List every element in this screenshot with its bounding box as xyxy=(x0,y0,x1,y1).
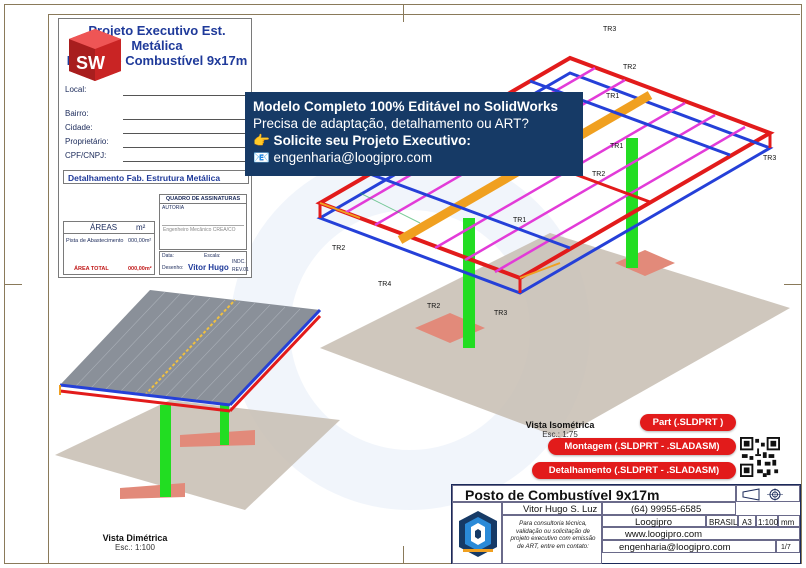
solidworks-logo: SW xyxy=(69,29,121,81)
tb-email[interactable]: engenharia@loogipro.com xyxy=(619,542,731,553)
tb-unit-cell: mm xyxy=(778,515,800,527)
banner-line1: Modelo Completo 100% Editável no SolidWo… xyxy=(253,99,559,114)
tb-format: A3 xyxy=(742,518,752,527)
detalhamento-file-pill[interactable]: Detalhamento (.SLDPRT - .SLADASM) xyxy=(532,462,736,479)
banner-email[interactable]: 📧 engenharia@loogipro.com xyxy=(253,149,575,166)
tb-sheet: 1/7 xyxy=(781,544,791,551)
tb-designer-cell: Vitor Hugo S. Luz xyxy=(502,502,602,515)
part-file-pill[interactable]: Part (.SLDPRT ) xyxy=(640,414,736,431)
sign-autoria: AUTORIA xyxy=(162,205,185,211)
tb-website-cell: www.loogipro.com xyxy=(602,527,800,540)
tb-phone-cell: (64) 99955-6585 xyxy=(602,502,736,515)
designer-name: Vitor Hugo xyxy=(188,263,229,272)
form-row-cpf: CPF/CNPJ: xyxy=(65,151,249,162)
truss-label: TR2 xyxy=(623,64,636,71)
form-row-proprietario: Proprietário: xyxy=(65,137,249,148)
detail-title: Detalhamento Fab. Estrutura Metálica xyxy=(63,170,249,184)
tb-email-cell: engenharia@loogipro.com xyxy=(602,540,776,553)
dimetric-view xyxy=(55,290,340,510)
drawing-meta: Data: Escala: INDC. Desenho: Vitor Hugo … xyxy=(159,251,249,275)
tb-country: BRASIL xyxy=(709,518,738,527)
tb-unit: mm xyxy=(781,518,795,527)
project-info-form: Projeto Executivo Est. Metálica Posto de… xyxy=(58,18,252,278)
areas-table: ÁREAS m² Pista de Abastecimento 000,00m²… xyxy=(63,221,155,275)
tb-designer: Vitor Hugo S. Luz xyxy=(523,504,598,515)
tb-scale: 1:100 xyxy=(758,518,779,527)
tb-website[interactable]: www.loogipro.com xyxy=(625,529,702,540)
areas-header: ÁREAS m² xyxy=(64,222,154,234)
banner-line2: Precisa de adaptação, detalhamento ou AR… xyxy=(253,116,529,131)
projection-symbol-icon xyxy=(742,488,783,501)
loogipro-logo-icon xyxy=(459,511,497,557)
banner-line3: 👉 Solicite seu Projeto Executivo: xyxy=(253,133,471,148)
truss-label: TR3 xyxy=(763,155,776,162)
isometric-view: TR3 TR2 TR1 TR1 TR3 TR2 TR1 TR2 TR4 TR2 … xyxy=(315,26,790,438)
truss-label: TR2 xyxy=(332,245,345,252)
form-row-local: Local: xyxy=(65,85,249,96)
truss-label: TR1 xyxy=(513,217,526,224)
tb-scale-cell: 1:100 xyxy=(756,515,778,527)
title-block: Posto de Combustível 9x17m Vitor Hugo S.… xyxy=(451,484,801,564)
truss-label: TR3 xyxy=(494,310,507,317)
truss-label: TR1 xyxy=(610,143,623,150)
areas-unit: m² xyxy=(136,223,146,232)
signatures-title: QUADRO DE ASSINATURAS xyxy=(160,195,246,204)
dimetric-view-label: Vista Dimétrica Esc.: 1:100 xyxy=(102,533,168,552)
tb-sheet-cell: 1/7 xyxy=(776,540,800,553)
isometric-view-label: Vista Isométrica Esc.: 1:75 xyxy=(525,420,595,439)
zone-tick xyxy=(403,546,404,564)
areas-title: ÁREAS xyxy=(90,223,118,232)
tb-project: Posto de Combustível 9x17m xyxy=(465,487,660,503)
qr-code-icon[interactable] xyxy=(740,437,780,477)
truss-label: TR4 xyxy=(378,281,391,288)
tb-country-cell: BRASIL xyxy=(706,515,738,527)
logo-letters: SW xyxy=(76,53,105,73)
truss-label: TR1 xyxy=(606,93,619,100)
tb-note: Para consultoria técnica, validação ou s… xyxy=(510,520,596,550)
tb-project-cell: Posto de Combustível 9x17m xyxy=(452,485,736,503)
promo-banner: Modelo Completo 100% Editável no SolidWo… xyxy=(245,92,583,176)
sign-engineer: Engenheiro Mecânico CREA/CO xyxy=(163,227,236,233)
form-row-bairro: Bairro: xyxy=(65,109,249,120)
truss-label: TR2 xyxy=(592,171,605,178)
tb-logo-cell xyxy=(452,502,502,564)
tb-company-cell: Loogipro xyxy=(602,515,706,528)
tb-format-cell: A3 xyxy=(738,515,756,527)
tb-phone: (64) 99955-6585 xyxy=(631,504,702,515)
truss-label: TR2 xyxy=(427,303,440,310)
signatures-box: QUADRO DE ASSINATURAS AUTORIA Engenheiro… xyxy=(159,194,247,250)
tb-projection-cell xyxy=(736,485,800,502)
zone-tick xyxy=(4,284,22,285)
truss-label: TR3 xyxy=(603,26,616,33)
tb-note-cell: Para consultoria técnica, validação ou s… xyxy=(502,515,602,564)
montagem-file-pill[interactable]: Montagem (.SLDPRT - .SLADASM) xyxy=(548,438,736,455)
form-row-cidade: Cidade: xyxy=(65,123,249,134)
